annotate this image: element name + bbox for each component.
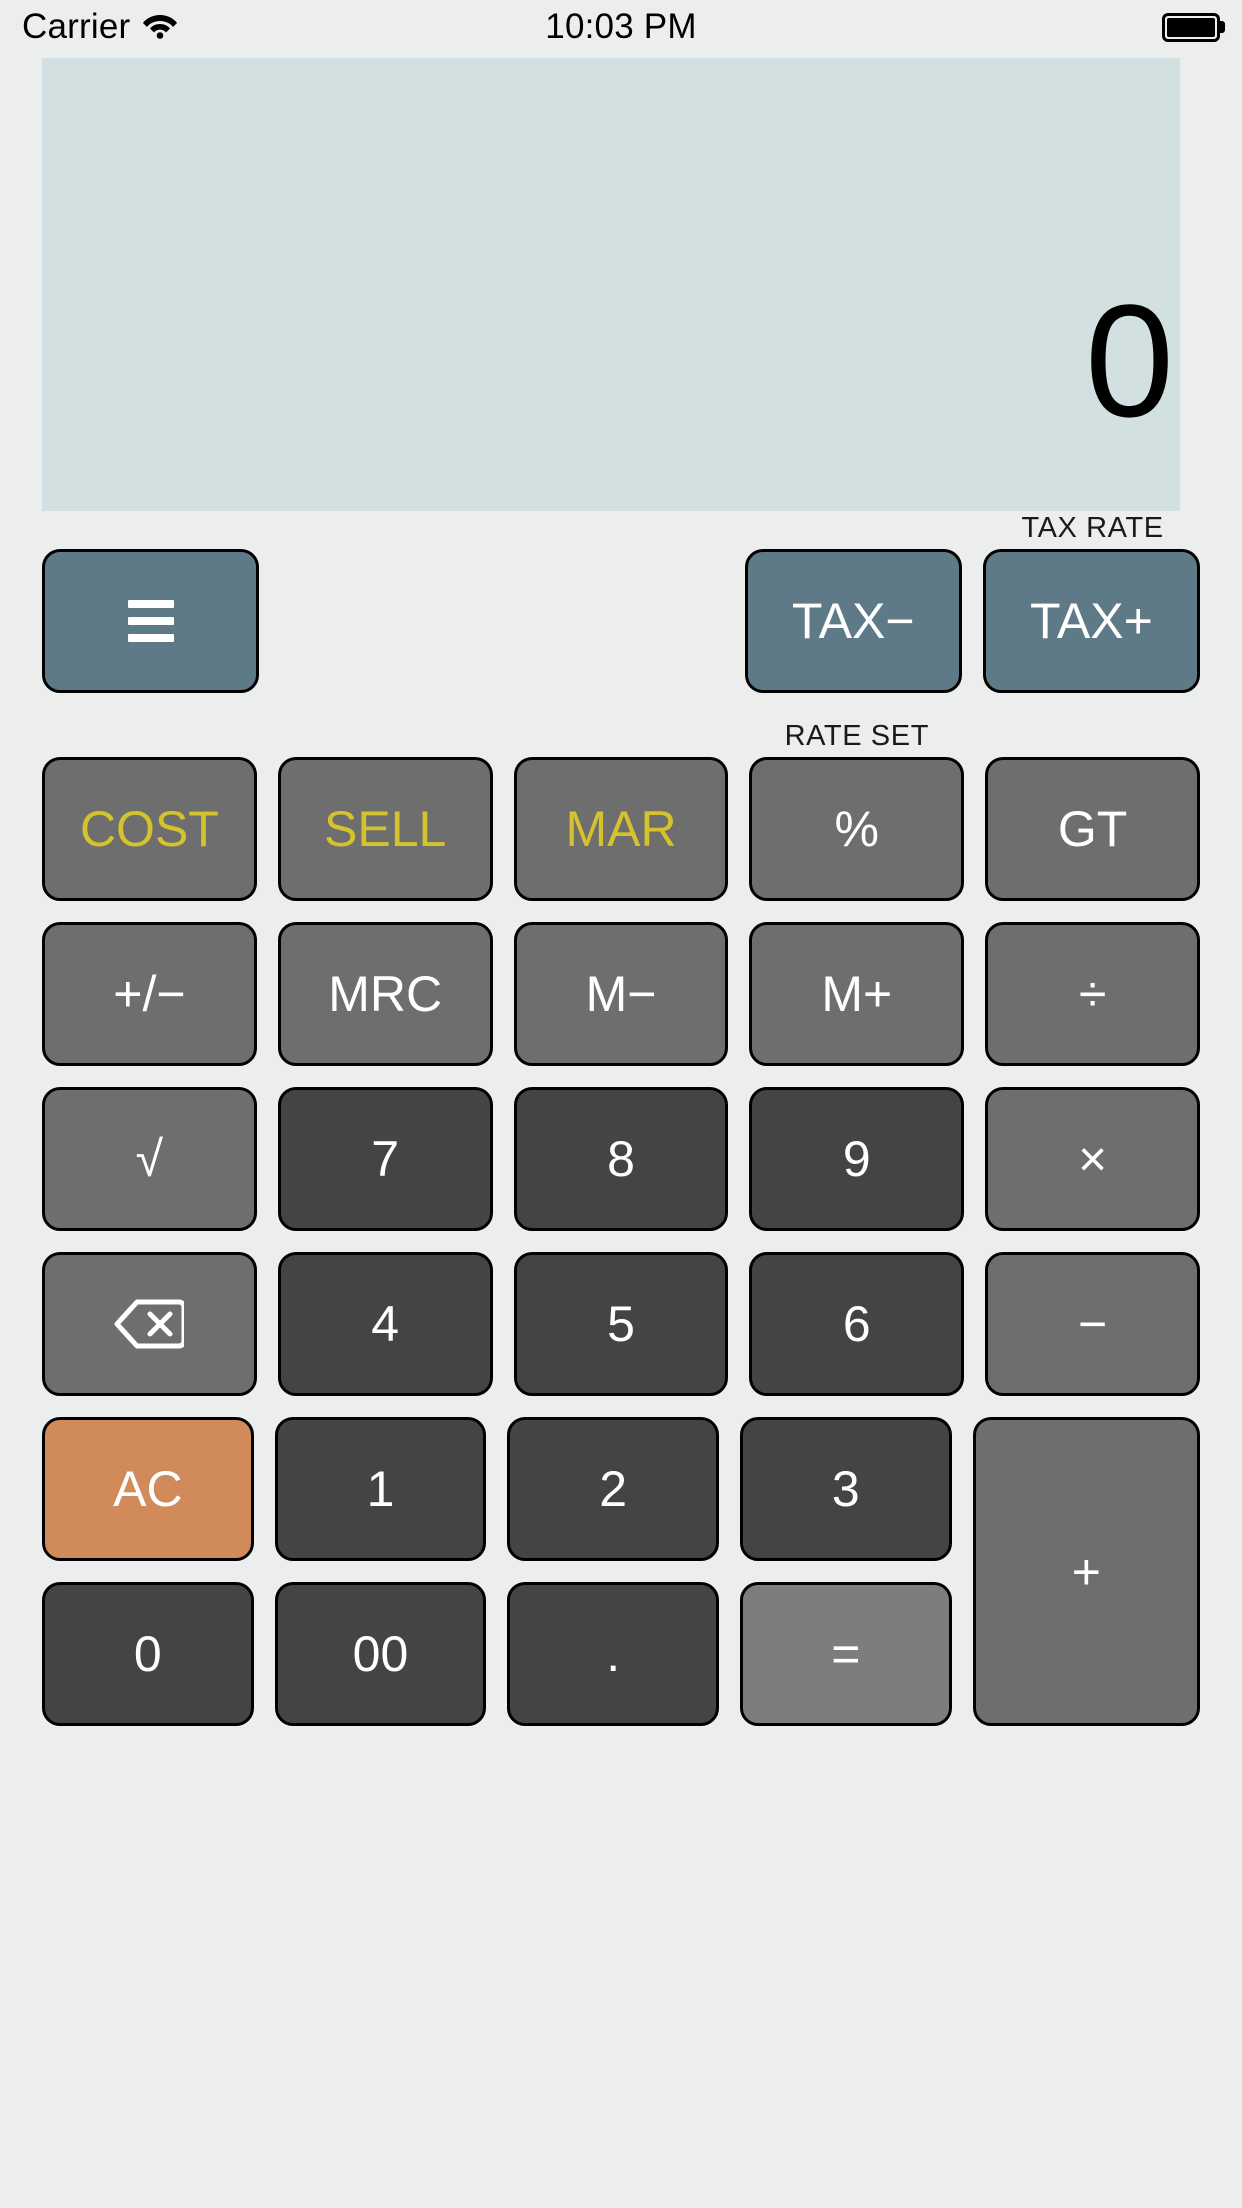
status-time: 10:03 PM: [545, 7, 697, 46]
tax-rate-label-row: TAX RATE: [42, 511, 1200, 545]
digit-8-button[interactable]: 8: [513, 1087, 729, 1231]
plus-minus-button[interactable]: +/−: [42, 922, 257, 1066]
cost-button[interactable]: COST: [42, 757, 257, 901]
decimal-point-button[interactable]: .: [507, 1582, 719, 1726]
rate-set-label: RATE SET: [784, 720, 930, 752]
keypad-row-memory: +/− MRC M− M+ ÷: [42, 922, 1200, 1066]
label-spacer-7: [514, 719, 729, 753]
percent-button[interactable]: %: [749, 757, 965, 901]
backspace-icon: [114, 1299, 185, 1349]
equals-button[interactable]: =: [739, 1582, 952, 1726]
tax-plus-button[interactable]: TAX+: [982, 549, 1201, 693]
digit-5-button[interactable]: 5: [513, 1252, 729, 1396]
keypad: TAX RATE TAX− TAX+ RATE SET COST SELL MA…: [0, 511, 1242, 1726]
all-clear-button[interactable]: AC: [42, 1417, 254, 1561]
wifi-icon: [142, 11, 178, 44]
gt-button[interactable]: GT: [985, 757, 1200, 901]
keypad-bottom-right: +: [972, 1417, 1200, 1726]
divide-button[interactable]: ÷: [985, 922, 1200, 1066]
digit-2-button[interactable]: 2: [507, 1417, 719, 1561]
digit-1-button[interactable]: 1: [274, 1417, 487, 1561]
battery-icon: [1162, 12, 1220, 42]
label-spacer-8: [985, 719, 1200, 753]
label-spacer-4: [749, 511, 964, 545]
memory-plus-button[interactable]: M+: [749, 922, 965, 1066]
digit-0-button[interactable]: 0: [42, 1582, 254, 1726]
row-spacer-2: [512, 549, 723, 693]
display-value: 0: [1085, 270, 1174, 450]
backspace-button[interactable]: [42, 1252, 257, 1396]
digit-9-button[interactable]: 9: [749, 1087, 965, 1231]
keypad-row-123: AC 1 2 3: [42, 1417, 952, 1561]
multiply-button[interactable]: ×: [985, 1087, 1200, 1231]
sqrt-button[interactable]: √: [42, 1087, 257, 1231]
keypad-row-456: 4 5 6 −: [42, 1252, 1200, 1396]
sell-button[interactable]: SELL: [277, 757, 493, 901]
menu-tax-row: TAX− TAX+: [42, 549, 1201, 693]
status-bar-left: Carrier: [22, 7, 178, 47]
battery-fill: [1167, 17, 1215, 37]
rate-set-label-row: RATE SET: [42, 719, 1200, 753]
digit-4-button[interactable]: 4: [277, 1252, 493, 1396]
menu-button[interactable]: [42, 549, 260, 693]
keypad-bottom-left: AC 1 2 3 0 00 . =: [42, 1417, 952, 1726]
keypad-row-zero: 0 00 . =: [42, 1582, 952, 1726]
digit-3-button[interactable]: 3: [739, 1417, 952, 1561]
tax-rate-label: TAX RATE: [1021, 512, 1164, 544]
mrc-button[interactable]: MRC: [277, 922, 493, 1066]
keypad-row-789: √ 7 8 9 ×: [42, 1087, 1200, 1231]
label-spacer-1: [42, 511, 257, 545]
double-zero-button[interactable]: 00: [274, 1582, 487, 1726]
calculator-display: 0: [42, 58, 1180, 511]
status-bar-right: [1162, 12, 1220, 42]
tax-minus-button[interactable]: TAX−: [744, 549, 962, 693]
memory-minus-button[interactable]: M−: [513, 922, 729, 1066]
digit-7-button[interactable]: 7: [277, 1087, 493, 1231]
add-button[interactable]: +: [972, 1417, 1200, 1726]
label-spacer-2: [278, 511, 493, 545]
keypad-row-cost: COST SELL MAR % GT: [42, 757, 1200, 901]
digit-6-button[interactable]: 6: [749, 1252, 965, 1396]
hamburger-icon: [127, 600, 174, 642]
carrier-label: Carrier: [22, 7, 131, 46]
status-bar: Carrier 10:03 PM: [0, 0, 1242, 54]
subtract-button[interactable]: −: [985, 1252, 1200, 1396]
label-spacer-6: [278, 719, 493, 753]
keypad-bottom-block: AC 1 2 3 0 00 . = +: [42, 1417, 1200, 1726]
label-spacer-5: [42, 719, 257, 753]
label-spacer-3: [514, 511, 729, 545]
mar-button[interactable]: MAR: [513, 757, 729, 901]
row-spacer-1: [280, 549, 491, 693]
